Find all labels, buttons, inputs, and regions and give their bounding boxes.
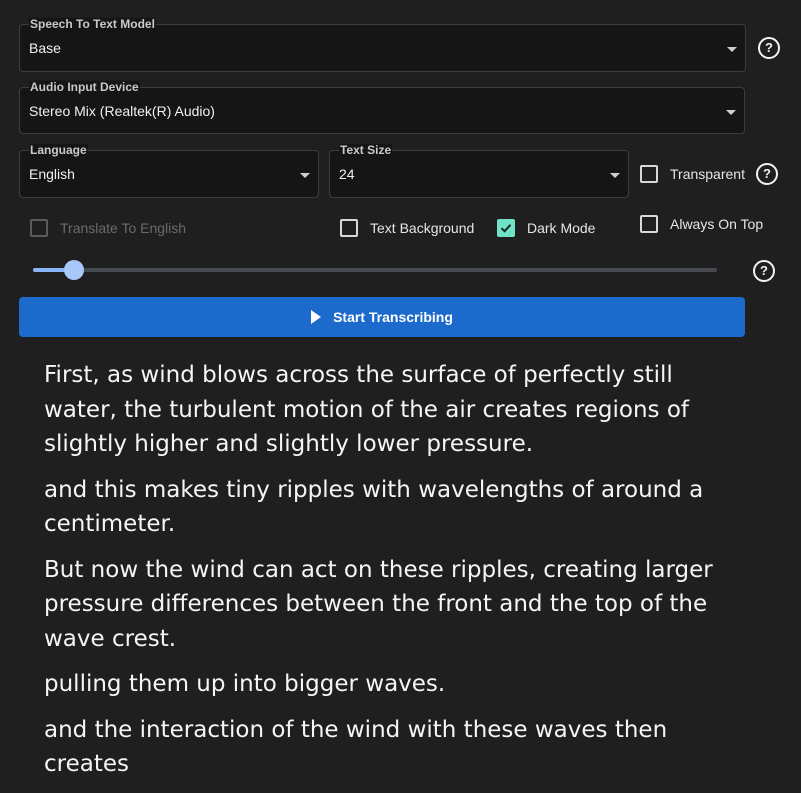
play-icon [311, 310, 322, 324]
model-select-value: Base [29, 40, 61, 56]
transparent-checkbox[interactable]: Transparent [640, 165, 745, 183]
transcript-line: First, as wind blows across the surface … [44, 362, 690, 457]
slider-help-icon[interactable]: ? [753, 260, 775, 282]
chevron-down-icon [300, 173, 310, 178]
language-label: Language [29, 142, 88, 157]
chevron-down-icon [727, 47, 737, 52]
opacity-slider-track[interactable] [33, 260, 717, 280]
translate-label: Translate To English [60, 220, 187, 236]
start-transcribing-button[interactable]: Start Transcribing [19, 297, 745, 337]
transcript-line: and the interaction of the wind with the… [44, 716, 668, 778]
translate-checkbox-box[interactable] [30, 219, 48, 237]
dark-mode-checkbox-box[interactable] [497, 219, 515, 237]
start-transcribing-label: Start Transcribing [333, 309, 453, 325]
dark-mode-label: Dark Mode [527, 220, 596, 236]
model-select[interactable]: Speech To Text Model Base [19, 17, 746, 72]
always-on-top-label: Always On Top [670, 216, 764, 232]
text-size-value: 24 [339, 166, 355, 182]
transcript-line: pulling them up into bigger waves. [44, 671, 446, 697]
transparent-label: Transparent [670, 166, 745, 182]
audio-device-value: Stereo Mix (Realtek(R) Audio) [29, 103, 215, 119]
audio-device-label: Audio Input Device [29, 79, 140, 94]
text-background-label: Text Background [370, 220, 475, 236]
text-size-select[interactable]: Text Size 24 [329, 143, 629, 198]
model-select-label: Speech To Text Model [29, 16, 156, 31]
transparent-checkbox-box[interactable] [640, 165, 658, 183]
text-background-checkbox[interactable]: Text Background [340, 219, 474, 237]
dark-mode-checkbox[interactable]: Dark Mode [497, 219, 595, 237]
model-help-icon[interactable]: ? [758, 37, 780, 59]
translate-checkbox[interactable]: Translate To English [30, 219, 186, 237]
transcript-line: But now the wind can act on these ripple… [44, 556, 713, 652]
language-value: English [29, 166, 75, 182]
checkmark-icon [500, 224, 512, 233]
always-on-top-checkbox-box[interactable] [640, 215, 658, 233]
language-select[interactable]: Language English [19, 143, 319, 198]
transparent-help-icon[interactable]: ? [756, 163, 778, 185]
text-size-label: Text Size [339, 142, 393, 157]
audio-device-select[interactable]: Audio Input Device Stereo Mix (Realtek(R… [19, 80, 745, 134]
chevron-down-icon [610, 173, 620, 178]
opacity-slider-thumb[interactable] [64, 260, 85, 280]
text-background-checkbox-box[interactable] [340, 219, 358, 237]
transcript-area: First, as wind blows across the surface … [44, 358, 744, 793]
always-on-top-checkbox[interactable]: Always On Top [640, 215, 763, 233]
transcript-line: and this makes tiny ripples with wavelen… [44, 476, 704, 538]
chevron-down-icon [726, 109, 736, 115]
